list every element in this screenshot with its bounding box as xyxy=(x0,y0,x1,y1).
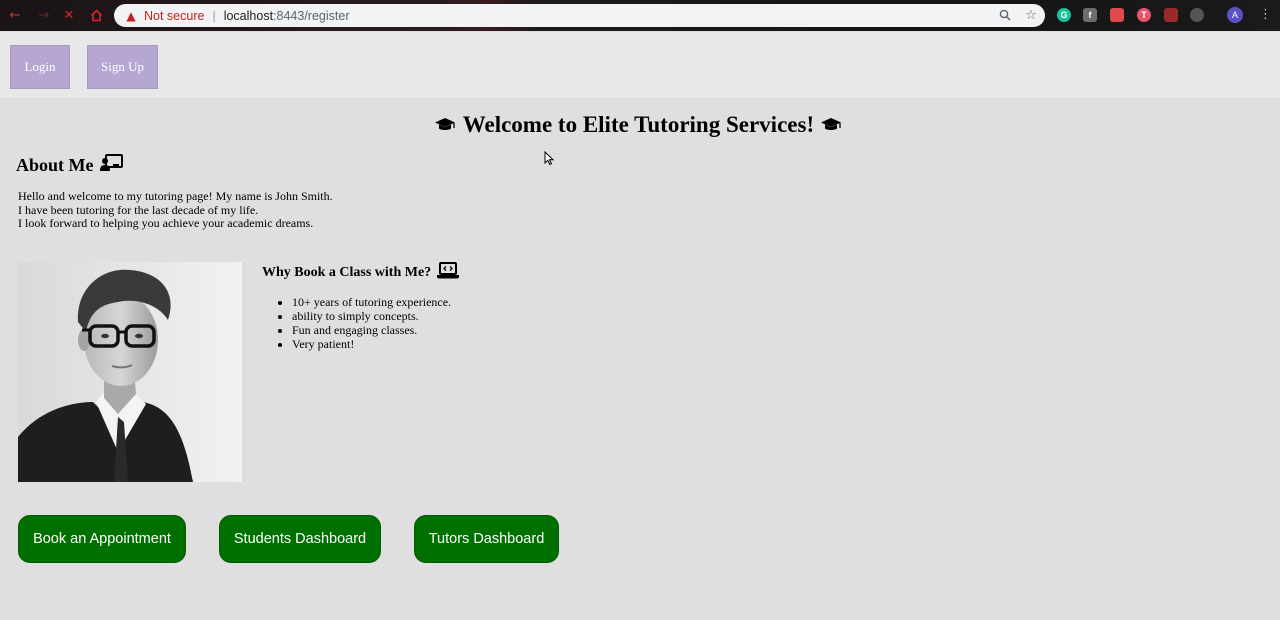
misc-extension-icon[interactable] xyxy=(1190,8,1204,22)
tutor-photo xyxy=(18,262,243,482)
warning-icon: ▲ xyxy=(126,8,136,23)
tutors-dashboard-button[interactable]: Tutors Dashboard xyxy=(414,515,559,563)
url-path: :8443/register xyxy=(273,8,350,23)
todoist-extension-icon[interactable]: T xyxy=(1137,8,1151,22)
list-item: Fun and engaging classes. xyxy=(292,323,451,337)
shield-extension-icon[interactable] xyxy=(1110,8,1124,22)
why-heading: Why Book a Class with Me? xyxy=(262,265,432,280)
graduation-cap-icon xyxy=(820,115,842,137)
back-icon[interactable]: ← xyxy=(7,7,23,23)
why-heading-row: Why Book a Class with Me? xyxy=(262,262,460,284)
stop-loading-icon[interactable]: ✕ xyxy=(61,7,77,23)
laptop-code-icon xyxy=(437,262,460,284)
page-nav-bar: Login Sign Up xyxy=(0,32,1280,98)
why-list: 10+ years of tutoring experience. abilit… xyxy=(292,295,451,351)
about-heading-row: About Me xyxy=(16,154,123,177)
facebook-extension-icon[interactable]: f xyxy=(1083,8,1097,22)
intro-line: Hello and welcome to my tutoring page! M… xyxy=(18,189,333,203)
url-separator: | xyxy=(212,8,216,23)
intro-text: Hello and welcome to my tutoring page! M… xyxy=(18,189,333,231)
address-bar[interactable]: ▲ Not secure | localhost:8443/register ☆ xyxy=(114,4,1045,27)
graduation-cap-icon xyxy=(434,115,463,137)
login-button[interactable]: Login xyxy=(10,45,70,89)
security-status[interactable]: Not secure xyxy=(144,9,204,23)
chalkboard-teacher-icon xyxy=(99,154,123,177)
grammarly-extension-icon[interactable]: G xyxy=(1057,8,1071,22)
profile-avatar[interactable]: A xyxy=(1227,7,1243,23)
list-item: ability to simply concepts. xyxy=(292,309,451,323)
list-item: Very patient! xyxy=(292,337,451,351)
bookmark-star-icon[interactable]: ☆ xyxy=(1023,7,1039,23)
signup-button[interactable]: Sign Up xyxy=(87,45,158,89)
page-title-row: Welcome to Elite Tutoring Services! xyxy=(0,112,1276,138)
menu-icon[interactable]: ⋮ xyxy=(1259,7,1272,22)
pdf-extension-icon[interactable] xyxy=(1164,8,1178,22)
zoom-icon[interactable] xyxy=(997,7,1013,23)
about-heading: About Me xyxy=(16,155,94,175)
list-item: 10+ years of tutoring experience. xyxy=(292,295,451,309)
home-icon[interactable] xyxy=(88,7,104,23)
intro-line: I look forward to helping you achieve yo… xyxy=(18,216,314,231)
book-appointment-button[interactable]: Book an Appointment xyxy=(18,515,186,563)
intro-line: I have been tutoring for the last decade… xyxy=(18,202,259,217)
mouse-cursor-icon xyxy=(544,150,555,170)
students-dashboard-button[interactable]: Students Dashboard xyxy=(219,515,381,563)
forward-icon[interactable]: → xyxy=(36,7,52,23)
browser-toolbar: ← → ✕ ▲ Not secure | localhost:8443/regi… xyxy=(0,0,1280,31)
page-title: Welcome to Elite Tutoring Services! xyxy=(462,112,815,137)
url-host: localhost xyxy=(223,8,274,23)
